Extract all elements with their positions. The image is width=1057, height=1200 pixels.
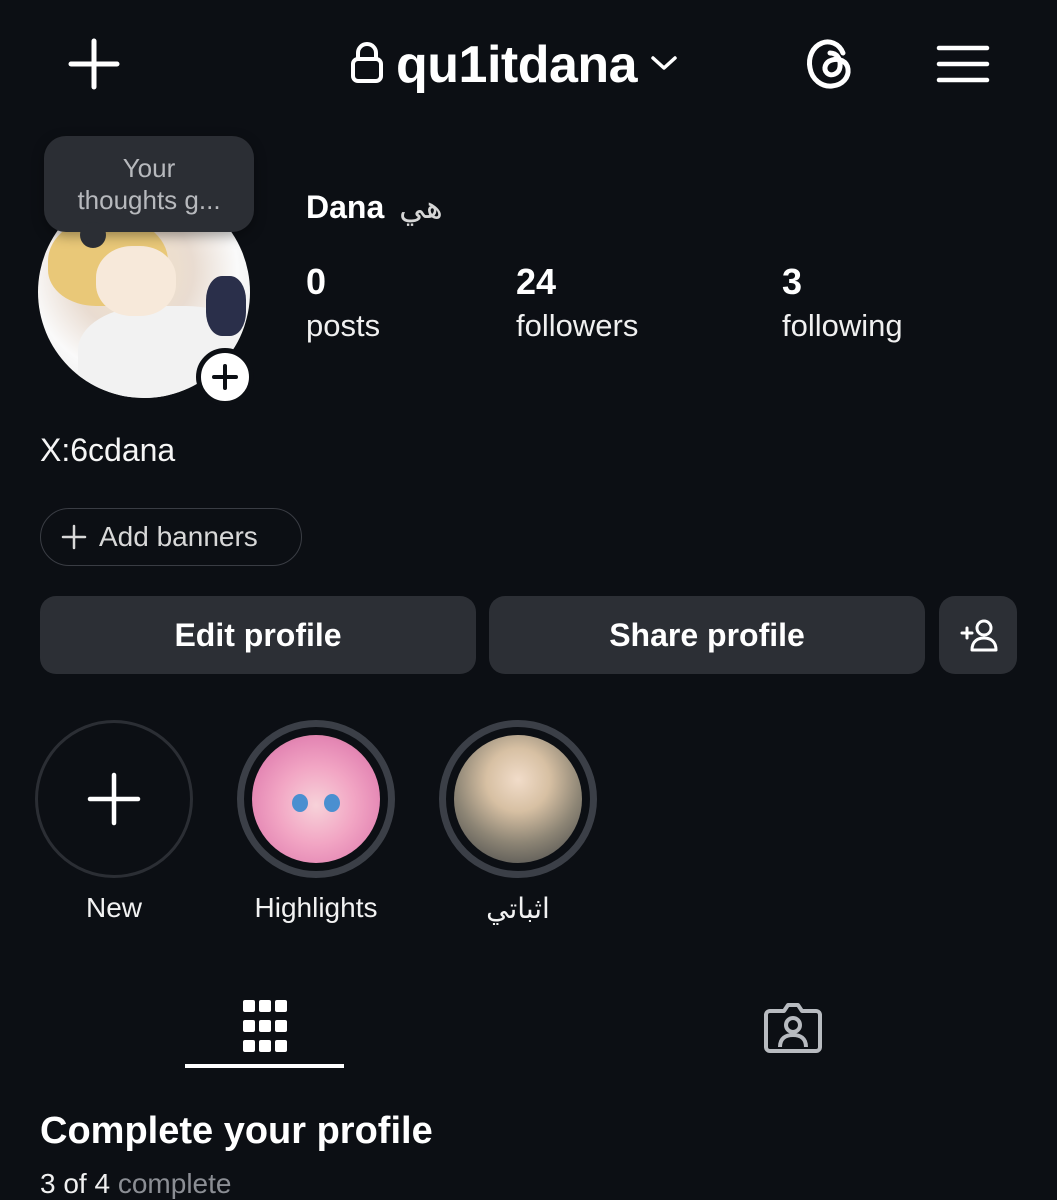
pronoun: هي [399, 189, 443, 225]
complete-profile-title: Complete your profile [40, 1110, 433, 1152]
menu-icon[interactable] [930, 34, 996, 94]
highlight-label: Highlights [254, 892, 378, 923]
add-user-icon [960, 619, 998, 652]
highlight-cover-image [454, 735, 582, 863]
lock-icon [350, 41, 384, 90]
note-bubble[interactable]: Your thoughts g... [44, 136, 254, 248]
stat-followers[interactable]: 24 followers [516, 260, 638, 348]
discover-people-button[interactable] [939, 596, 1017, 674]
profile-page: qu1itdana Your thoughts g... Dana هي 0 p… [0, 0, 1057, 1200]
highlight-label: اثباتي [486, 893, 550, 924]
stat-number: 0 [306, 261, 327, 302]
stat-label: posts [306, 308, 381, 343]
tab-tagged[interactable] [714, 980, 872, 1072]
threads-icon[interactable] [796, 30, 862, 96]
share-profile-label: Share profile [609, 616, 805, 653]
top-bar: qu1itdana [0, 0, 1057, 130]
highlight-new[interactable]: New [34, 720, 194, 924]
display-name: Dana هي [306, 188, 443, 226]
plus-icon[interactable] [62, 32, 126, 96]
complete-profile-progress: 3 of 4 complete [40, 1168, 231, 1200]
note-line-2: thoughts g... [77, 185, 221, 215]
highlight-ring [439, 720, 597, 878]
highlight-new-ring [35, 720, 193, 878]
tagged-icon [764, 1003, 822, 1053]
highlight-ring [237, 720, 395, 878]
stat-label: following [782, 308, 903, 343]
display-name-text: Dana [306, 189, 385, 225]
stat-posts[interactable]: 0 posts [306, 260, 380, 348]
account-switcher[interactable]: qu1itdana [350, 28, 679, 102]
active-tab-indicator [185, 1064, 344, 1068]
stat-number: 24 [516, 261, 557, 302]
add-banners-label: Add banners [99, 521, 258, 552]
edit-profile-button[interactable]: Edit profile [40, 596, 476, 674]
grid-icon [243, 1000, 287, 1052]
chevron-down-icon [649, 53, 679, 78]
add-story-button[interactable] [196, 348, 254, 406]
highlight-label: New [85, 892, 142, 923]
tab-posts-grid[interactable] [186, 980, 344, 1072]
highlight-cover-image [252, 735, 380, 863]
progress-count: 3 of 4 [40, 1168, 111, 1199]
username: qu1itdana [396, 36, 638, 94]
stat-number: 3 [782, 261, 803, 302]
highlight-item[interactable]: اثباتي [438, 720, 598, 925]
highlight-item[interactable]: Highlights [236, 720, 396, 924]
stat-following[interactable]: 3 following [782, 260, 903, 348]
bio-text: X:6cdana [40, 432, 176, 468]
add-banners-button[interactable]: Add banners [40, 508, 302, 566]
note-line-1: Your [122, 153, 176, 183]
plus-icon [87, 772, 141, 826]
plus-icon [212, 364, 238, 390]
progress-suffix: complete [117, 1168, 232, 1199]
edit-profile-label: Edit profile [174, 616, 342, 653]
stat-label: followers [516, 308, 639, 343]
plus-icon [61, 524, 87, 550]
share-profile-button[interactable]: Share profile [489, 596, 925, 674]
